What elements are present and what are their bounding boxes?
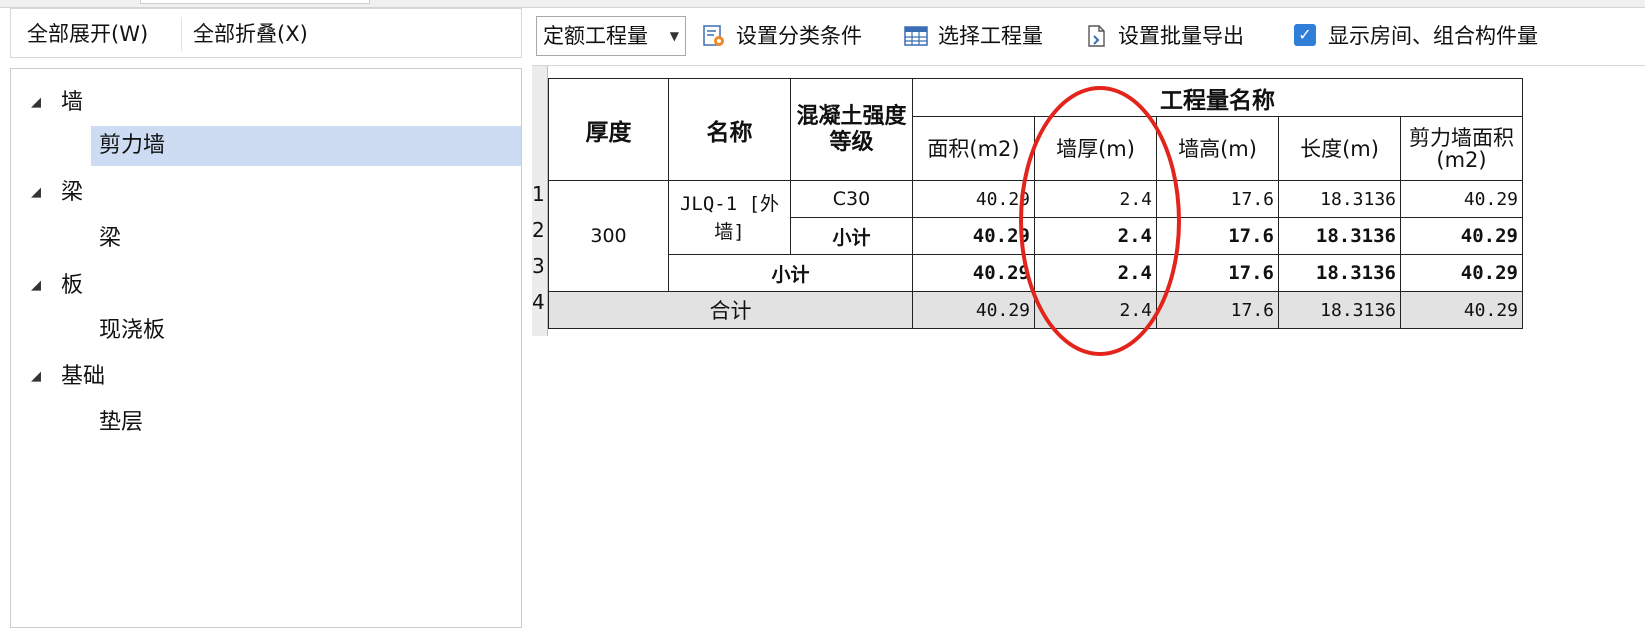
cell-total-label[interactable]: 合计 [548, 291, 913, 329]
cell-length[interactable]: 18.3136 [1278, 254, 1401, 292]
header-thickness[interactable]: 厚度 [548, 78, 669, 181]
quantity-type-value: 定额工程量 [543, 24, 648, 48]
table-row[interactable]: 小计 40.29 2.4 17.6 18.3136 40.29 [549, 254, 1523, 292]
cell-subtotal-label[interactable]: 小计 [790, 217, 913, 255]
tree-node-label: 剪力墙 [99, 133, 166, 158]
quantity-type-select[interactable]: 定额工程量 ▼ [536, 16, 686, 56]
tree-node-label: 基础 [61, 364, 106, 389]
tree-node-label: 梁 [99, 226, 122, 251]
dropdown-caret-icon: ▼ [669, 29, 679, 43]
header-wall-height[interactable]: 墙高(m) [1156, 116, 1279, 181]
cell-area[interactable]: 40.29 [912, 291, 1035, 329]
tree-node-cast-slab[interactable]: 现浇板 [11, 311, 521, 351]
table-row[interactable]: 合计 40.29 2.4 17.6 18.3136 40.29 [548, 291, 1523, 329]
export-document-icon [1088, 25, 1105, 47]
classify-gear-icon [703, 25, 724, 46]
set-classify-label: 设置分类条件 [736, 24, 862, 48]
component-tree: ◢ 墙 剪力墙 ◢ 梁 梁 ◢ 板 现浇板 ◢ 基础 垫层 [10, 68, 522, 628]
header-area[interactable]: 面积(m2) [912, 116, 1035, 181]
cell-shear-wall-area[interactable]: 40.29 [1400, 180, 1523, 218]
cell-wall-height[interactable]: 17.6 [1156, 254, 1279, 292]
cell-wall-thickness[interactable]: 2.4 [1034, 254, 1157, 292]
cell-wall-thickness[interactable]: 2.4 [1034, 291, 1157, 329]
cell-area[interactable]: 40.29 [912, 180, 1035, 218]
tree-node-label: 墙 [61, 90, 84, 115]
tree-node-foundation-group[interactable]: ◢ 基础 [11, 357, 521, 397]
cell-area[interactable]: 40.29 [912, 217, 1035, 255]
cell-wall-height[interactable]: 17.6 [1156, 291, 1279, 329]
tree-collapse-arrow-icon[interactable]: ◢ [31, 83, 45, 123]
toolbar-divider [181, 17, 182, 51]
header-concrete-grade[interactable]: 混凝土强度等级 [790, 78, 913, 181]
header-quantity-name[interactable]: 工程量名称 [912, 78, 1523, 117]
cell-wall-height[interactable]: 17.6 [1156, 217, 1279, 255]
cell-component-name[interactable]: JLQ-1 [外墙] [668, 180, 791, 255]
tree-collapse-arrow-icon[interactable]: ◢ [31, 266, 45, 306]
report-toolbar: 定额工程量 ▼ 设置分类条件 选择工程量 设置批量导出 ✓ 显示房间、组合构件量 [532, 8, 1645, 66]
table-grid-icon [904, 26, 928, 46]
header-length[interactable]: 长度(m) [1278, 116, 1401, 181]
header-name[interactable]: 名称 [668, 78, 791, 181]
select-quantity-label: 选择工程量 [938, 24, 1043, 48]
collapse-all-button[interactable]: 全部折叠(X) [187, 21, 314, 47]
quantity-report-table: 厚度 名称 混凝土强度等级 工程量名称 面积(m2) 墙厚(m) 墙高(m) 长… [548, 78, 1523, 329]
cell-shear-wall-area[interactable]: 40.29 [1400, 254, 1523, 292]
tree-collapse-arrow-icon[interactable]: ◢ [31, 173, 45, 213]
row-number[interactable]: 4 [532, 284, 548, 321]
cell-thickness[interactable]: 300 [548, 180, 669, 292]
tree-node-beam-group[interactable]: ◢ 梁 [11, 173, 521, 213]
tree-toolbar: 全部展开(W) 全部折叠(X) [10, 8, 522, 58]
tree-node-wall[interactable]: ◢ 墙 [11, 83, 521, 123]
header-shear-wall-area[interactable]: 剪力墙面积(m2) [1400, 116, 1523, 181]
row-number[interactable]: 1 [532, 176, 548, 213]
set-classify-button[interactable]: 设置分类条件 [702, 18, 892, 54]
batch-export-button[interactable]: 设置批量导出 [1084, 18, 1284, 54]
cell-area[interactable]: 40.29 [912, 254, 1035, 292]
tree-node-label: 现浇板 [99, 318, 166, 343]
batch-export-label: 设置批量导出 [1118, 24, 1244, 48]
cell-shear-wall-area[interactable]: 40.29 [1400, 291, 1523, 329]
expand-all-button[interactable]: 全部展开(W) [21, 21, 154, 47]
tree-node-label: 板 [61, 273, 84, 298]
cell-length[interactable]: 18.3136 [1278, 217, 1401, 255]
table-row[interactable]: 300 JLQ-1 [外墙] C30 40.29 2.4 17.6 18.313… [548, 180, 1523, 292]
row-number[interactable]: 2 [532, 212, 548, 249]
select-quantity-button[interactable]: 选择工程量 [904, 18, 1074, 54]
cell-shear-wall-area[interactable]: 40.29 [1400, 217, 1523, 255]
cell-length[interactable]: 18.3136 [1278, 291, 1401, 329]
cell-subtotal-label[interactable]: 小计 [668, 254, 913, 292]
tree-node-label: 梁 [61, 180, 84, 205]
cell-length[interactable]: 18.3136 [1278, 180, 1401, 218]
tree-node-beam[interactable]: 梁 [11, 219, 521, 259]
tree-node-label: 垫层 [99, 410, 144, 435]
top-tab-stub[interactable] [140, 0, 370, 4]
tree-collapse-arrow-icon[interactable]: ◢ [31, 357, 45, 397]
cell-grade[interactable]: C30 [790, 180, 913, 218]
cell-wall-thickness[interactable]: 2.4 [1034, 180, 1157, 218]
row-number[interactable]: 3 [532, 248, 548, 285]
show-rooms-checkbox[interactable]: ✓ 显示房间、组合构件量 [1294, 18, 1594, 54]
tree-node-shear-wall[interactable]: 剪力墙 [11, 126, 521, 166]
tree-node-cushion[interactable]: 垫层 [11, 403, 521, 443]
checkbox-checked-icon[interactable]: ✓ [1294, 24, 1316, 46]
cell-wall-thickness[interactable]: 2.4 [1034, 217, 1157, 255]
cell-wall-height[interactable]: 17.6 [1156, 180, 1279, 218]
tree-node-slab-group[interactable]: ◢ 板 [11, 266, 521, 306]
show-rooms-label: 显示房间、组合构件量 [1328, 24, 1538, 48]
header-wall-thickness[interactable]: 墙厚(m) [1034, 116, 1157, 181]
